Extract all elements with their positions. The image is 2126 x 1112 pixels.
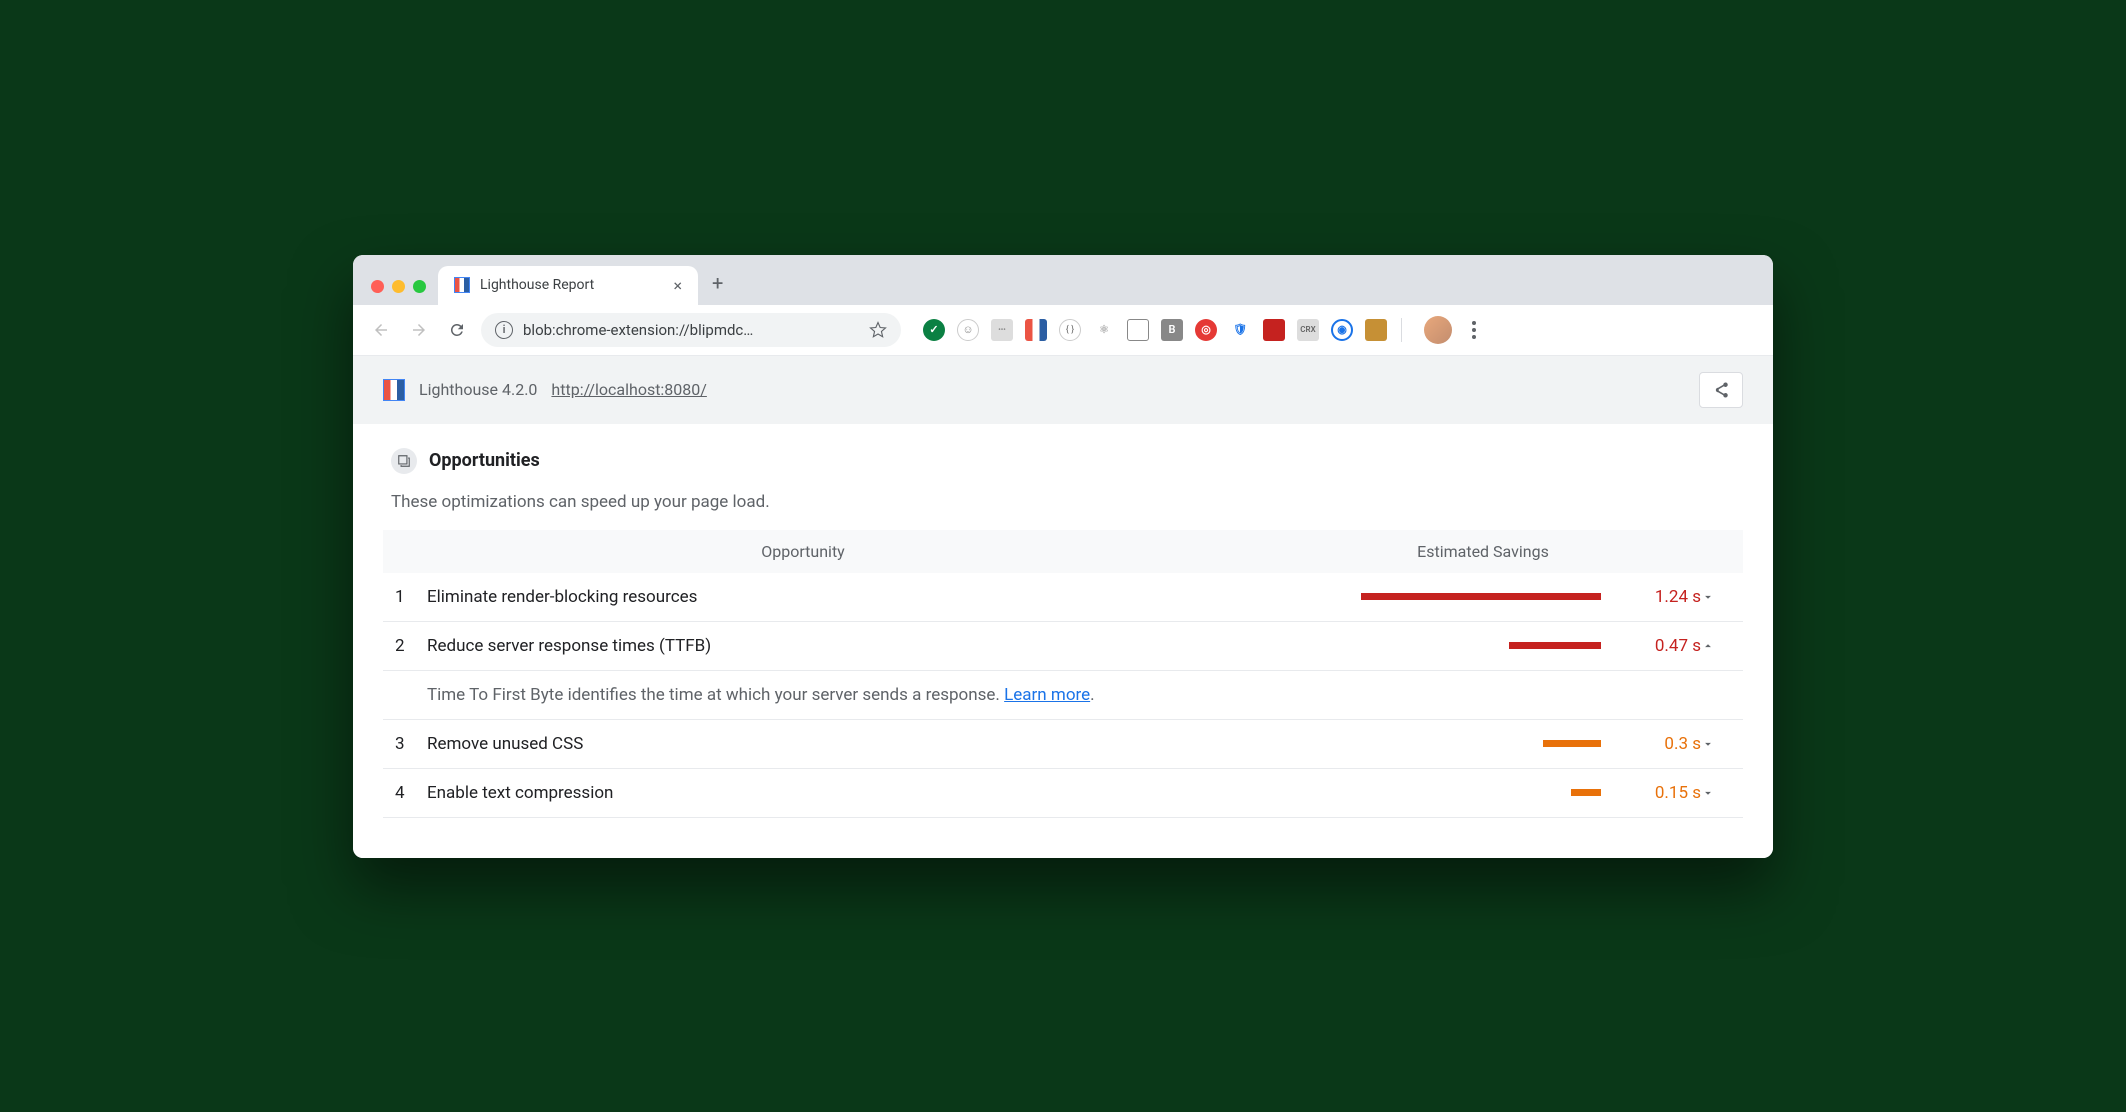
opportunity-label: Eliminate render-blocking resources [427, 587, 1341, 607]
estimated-savings-value: 0.47 s [1621, 636, 1701, 656]
extension-icon[interactable]: ◉ [1331, 319, 1353, 341]
profile-avatar[interactable] [1424, 316, 1452, 344]
tested-url-link[interactable]: http://localhost:8080/ [551, 380, 706, 399]
opportunity-row[interactable]: 2Reduce server response times (TTFB) 0.47… [383, 622, 1743, 671]
opportunities-list: 1Eliminate render-blocking resources 1.24… [383, 573, 1743, 818]
bookmark-button[interactable] [869, 321, 887, 339]
report-content: Opportunities These optimizations can sp… [353, 424, 1773, 858]
savings-bar [1509, 642, 1601, 649]
close-window-button[interactable] [371, 280, 384, 293]
savings-bar-container [1341, 642, 1621, 649]
extension-icon[interactable] [1263, 319, 1285, 341]
opportunity-label: Reduce server response times (TTFB) [427, 636, 1341, 656]
opportunity-number: 2 [395, 636, 427, 656]
savings-bar [1543, 740, 1601, 747]
savings-bar-container [1341, 740, 1621, 747]
new-tab-button[interactable]: + [698, 261, 737, 305]
savings-bar-container [1341, 789, 1621, 796]
minimize-window-button[interactable] [392, 280, 405, 293]
lighthouse-favicon-icon [454, 277, 470, 293]
savings-bar [1571, 789, 1601, 796]
extension-icon[interactable] [1127, 319, 1149, 341]
window-controls [371, 280, 438, 305]
extension-icon[interactable]: ⚛ [1093, 319, 1115, 341]
opportunity-number: 4 [395, 783, 427, 803]
extension-icon[interactable]: CRX [1297, 319, 1319, 341]
browser-menu-button[interactable] [1462, 321, 1486, 339]
detail-text: Time To First Byte identifies the time a… [427, 685, 1004, 705]
extension-icon[interactable]: ☺ [957, 319, 979, 341]
extension-icon[interactable]: 🛡 [1229, 319, 1251, 341]
back-button[interactable] [367, 316, 395, 344]
opportunity-row[interactable]: 3Remove unused CSS 0.3 s [383, 720, 1743, 769]
extension-icon[interactable]: ◎ [1195, 319, 1217, 341]
extension-icon[interactable]: { } [1059, 319, 1081, 341]
expand-toggle[interactable] [1701, 737, 1731, 751]
product-version: Lighthouse 4.2.0 [419, 380, 537, 399]
browser-toolbar: i blob:chrome-extension://blipmdc… ✓ ☺ •… [353, 305, 1773, 356]
savings-bar-container [1341, 593, 1621, 600]
extension-icons: ✓ ☺ ••• { } ⚛ B ◎ 🛡 CRX ◉ [923, 319, 1387, 341]
estimated-savings-value: 0.3 s [1621, 734, 1701, 754]
share-icon [1712, 381, 1730, 399]
reload-button[interactable] [443, 316, 471, 344]
browser-tab[interactable]: Lighthouse Report × [438, 266, 698, 305]
savings-bar [1361, 593, 1601, 600]
address-bar[interactable]: i blob:chrome-extension://blipmdc… [481, 313, 901, 347]
tab-title: Lighthouse Report [480, 277, 594, 293]
opportunity-row[interactable]: 1Eliminate render-blocking resources 1.24… [383, 573, 1743, 622]
opportunity-label: Enable text compression [427, 783, 1341, 803]
arrow-left-icon [372, 321, 390, 339]
star-icon [869, 321, 887, 339]
extension-icon[interactable] [1365, 319, 1387, 341]
opportunity-number: 3 [395, 734, 427, 754]
opportunity-row[interactable]: 4Enable text compression 0.15 s [383, 769, 1743, 818]
lighthouse-extension-icon[interactable] [1025, 319, 1047, 341]
estimated-savings-value: 0.15 s [1621, 783, 1701, 803]
opportunity-label: Remove unused CSS [427, 734, 1341, 754]
column-header-opportunity: Opportunity [383, 542, 1223, 561]
table-header-row: Opportunity Estimated Savings [383, 530, 1743, 573]
expand-toggle[interactable] [1701, 786, 1731, 800]
opportunity-detail: Time To First Byte identifies the time a… [383, 671, 1743, 720]
arrow-right-icon [410, 321, 428, 339]
section-title: Opportunities [429, 450, 540, 471]
tab-bar: Lighthouse Report × + [353, 255, 1773, 305]
extension-icon[interactable]: ••• [991, 319, 1013, 341]
section-subtitle: These optimizations can speed up your pa… [383, 492, 1743, 512]
column-header-savings: Estimated Savings [1223, 542, 1743, 561]
share-button[interactable] [1699, 372, 1743, 408]
divider [1401, 318, 1402, 342]
section-header: Opportunities [383, 448, 1743, 474]
extension-icon[interactable]: B [1161, 319, 1183, 341]
reload-icon [448, 321, 466, 339]
expand-toggle[interactable] [1701, 639, 1731, 653]
lighthouse-logo-icon [383, 379, 405, 401]
extension-icon[interactable]: ✓ [923, 319, 945, 341]
expand-toggle[interactable] [1701, 590, 1731, 604]
opportunities-icon [391, 448, 417, 474]
opportunity-number: 1 [395, 587, 427, 607]
report-header: Lighthouse 4.2.0 http://localhost:8080/ [353, 356, 1773, 424]
browser-window: Lighthouse Report × + i blob:chrome-exte… [353, 255, 1773, 858]
estimated-savings-value: 1.24 s [1621, 587, 1701, 607]
forward-button[interactable] [405, 316, 433, 344]
close-tab-button[interactable]: × [673, 276, 682, 295]
url-text: blob:chrome-extension://blipmdc… [523, 321, 753, 339]
maximize-window-button[interactable] [413, 280, 426, 293]
learn-more-link[interactable]: Learn more [1004, 685, 1090, 705]
site-info-icon[interactable]: i [495, 321, 513, 339]
